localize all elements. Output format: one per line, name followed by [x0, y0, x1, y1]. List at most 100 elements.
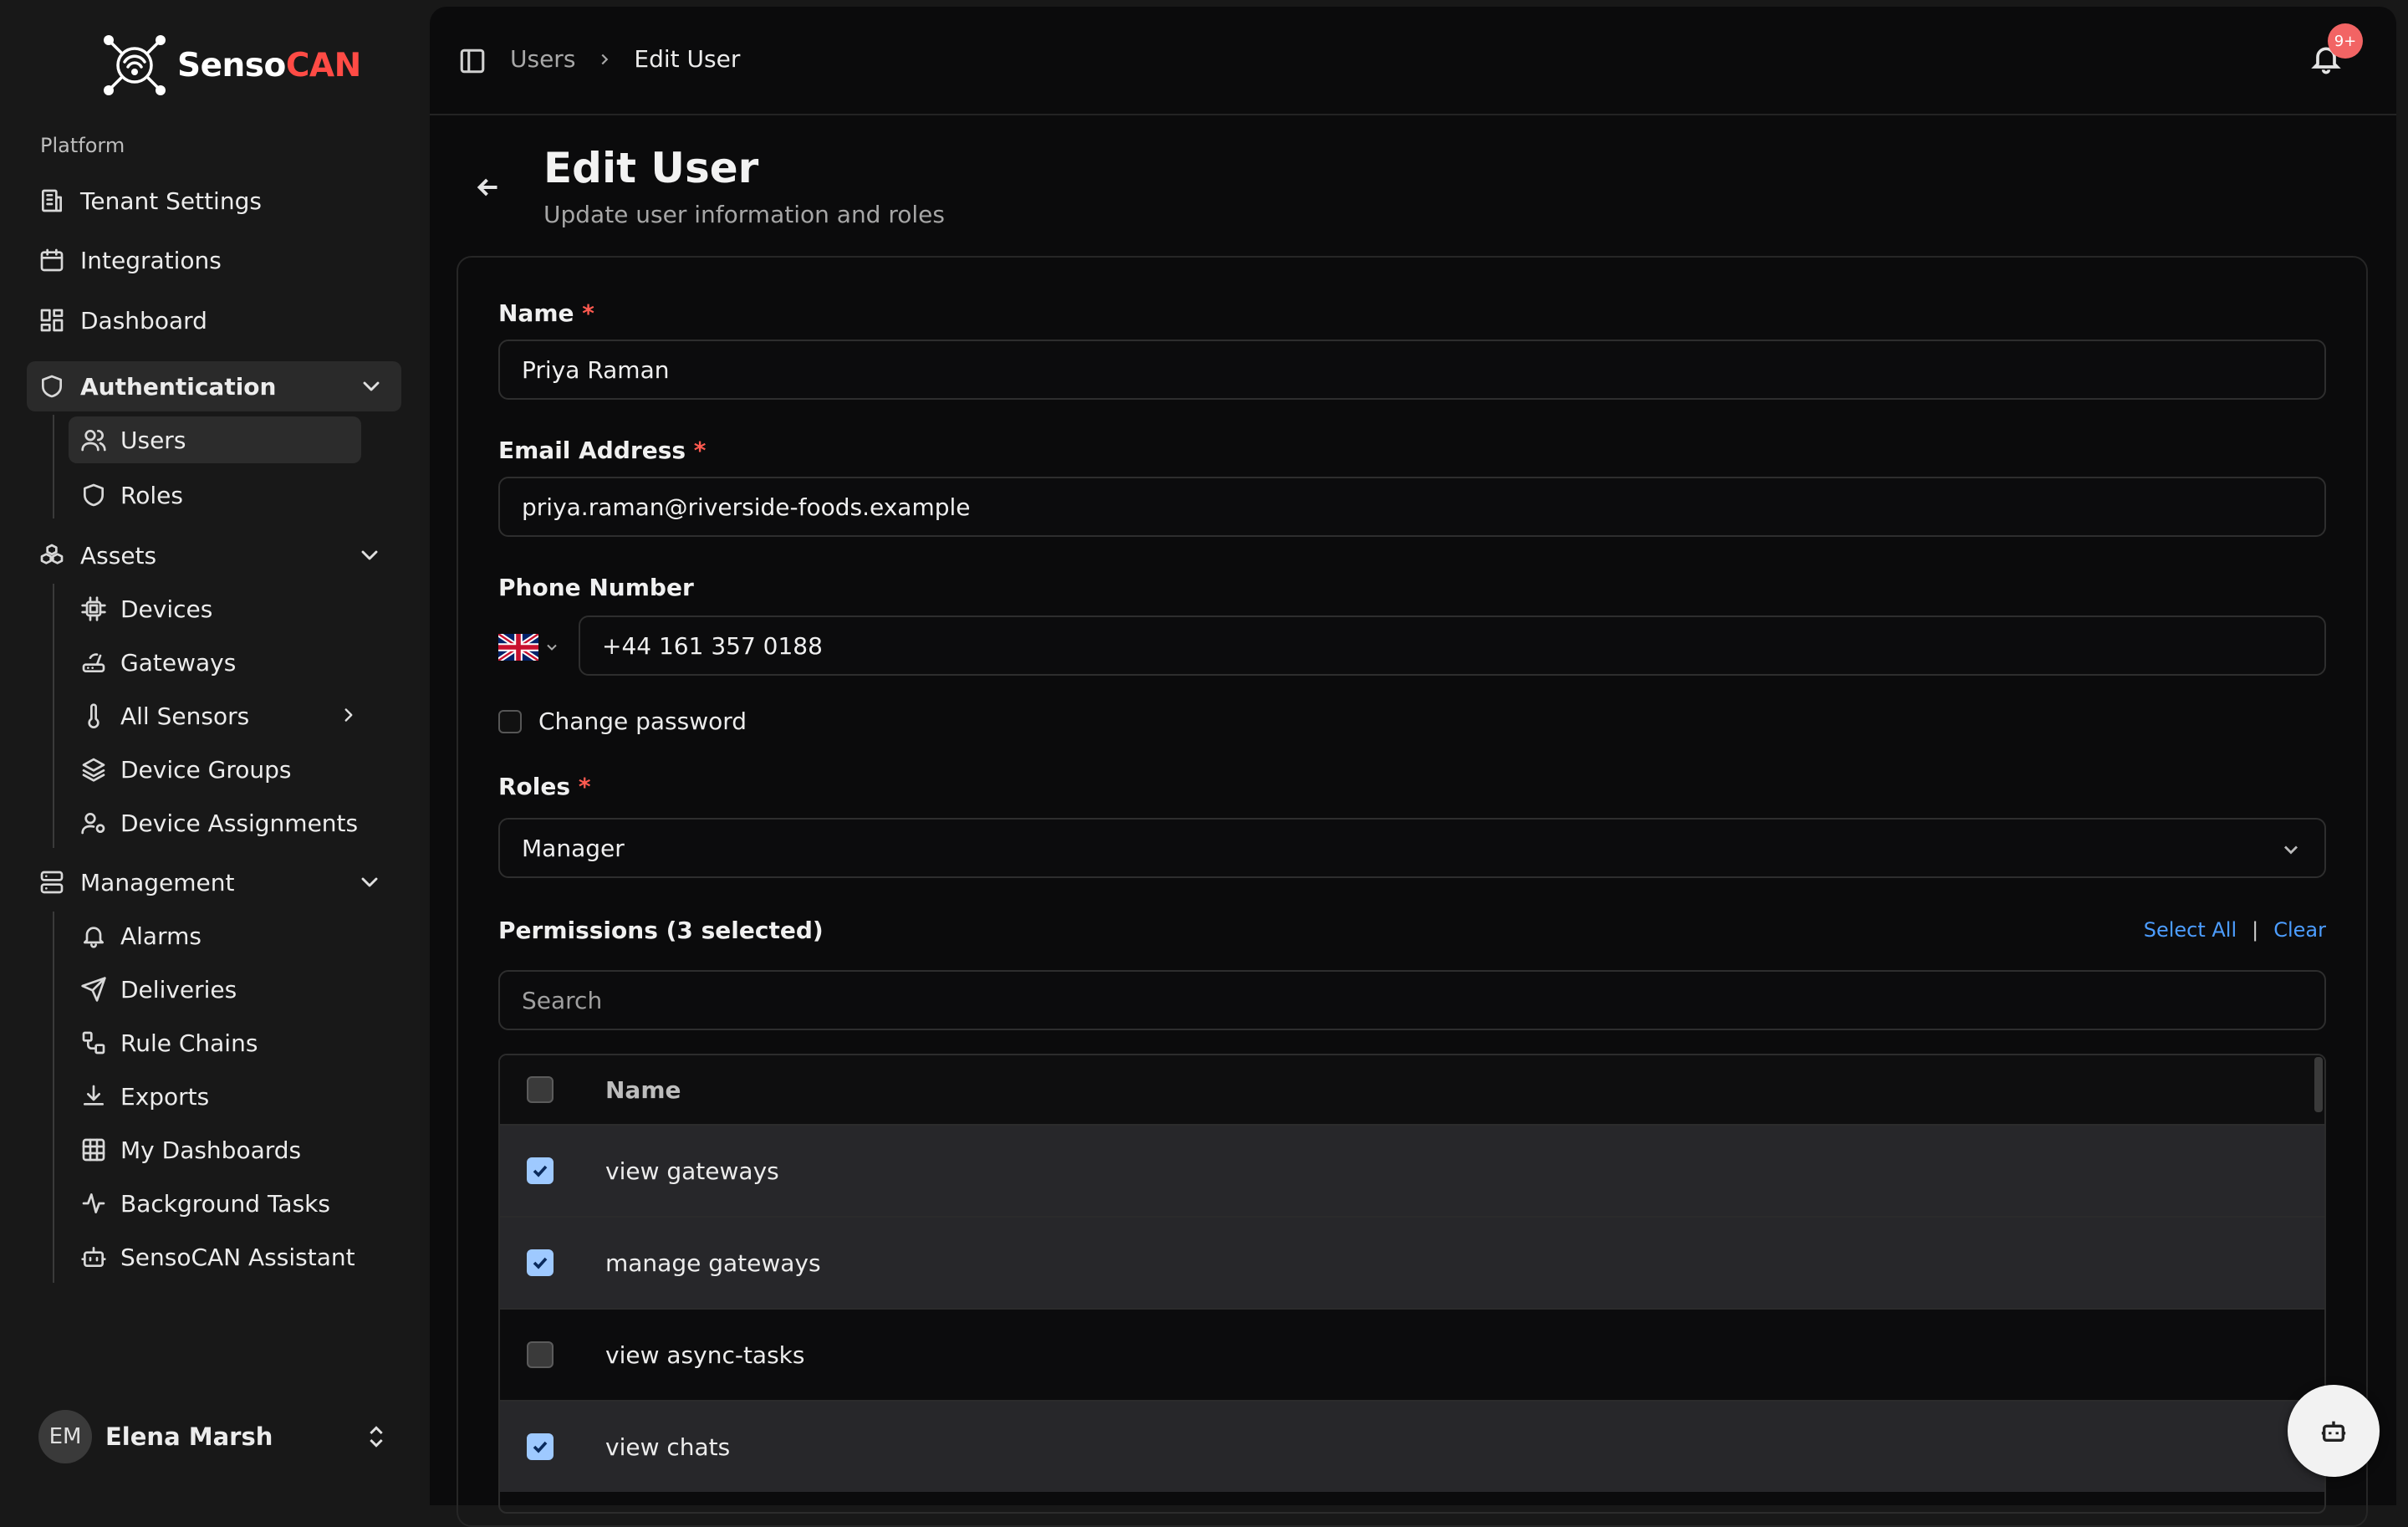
name-field[interactable]: Priya Raman	[498, 340, 2326, 400]
row-checkbox[interactable]	[527, 1341, 554, 1368]
check-icon	[533, 1165, 548, 1177]
user-menu[interactable]: EM Elena Marsh	[38, 1410, 390, 1463]
change-password-checkbox-row[interactable]: Change password	[498, 707, 747, 735]
breadcrumb-current: Edit User	[634, 45, 741, 73]
sidebar-item-gateways[interactable]: Gateways	[80, 637, 361, 687]
table-row[interactable]: manage gateways	[500, 1218, 2324, 1310]
table-row[interactable]: view async-tasks	[500, 1310, 2324, 1402]
check-icon	[533, 1257, 548, 1269]
change-password-checkbox[interactable]	[498, 709, 522, 733]
sidebar-item-device-assignments[interactable]: Device Assignments	[80, 798, 361, 848]
required-marker: *	[578, 773, 591, 800]
sidebar-item-deliveries[interactable]: Deliveries	[80, 964, 361, 1014]
name-field-value: Priya Raman	[522, 355, 670, 384]
chevron-down-icon[interactable]	[356, 542, 383, 569]
sidebar-item-label: Dashboard	[80, 306, 207, 335]
select-all-link[interactable]: Select All	[2144, 918, 2237, 942]
sidebar-item-all-sensors[interactable]: All Sensors	[80, 691, 361, 741]
shield-icon	[80, 482, 107, 508]
brand-logo[interactable]: SensoCAN	[99, 32, 361, 99]
uk-flag-icon	[498, 634, 538, 661]
sidebar-item-dashboard[interactable]: Dashboard	[38, 295, 400, 345]
senso-logo-icon	[104, 35, 166, 95]
sidebar-item-device-groups[interactable]: Device Groups	[80, 744, 361, 794]
layout-grid-icon	[38, 307, 65, 334]
sidebar-item-rule-chains[interactable]: Rule Chains	[80, 1018, 361, 1068]
sidebar-item-label: Device Groups	[120, 755, 292, 784]
roles-label: Roles *	[498, 773, 590, 800]
email-label-text: Email Address	[498, 437, 686, 464]
sidebar-item-label: SensoCAN Assistant	[120, 1243, 355, 1271]
sidebar-item-users[interactable]: Users	[69, 416, 361, 463]
grid-icon	[80, 1136, 107, 1163]
sidebar-item-label: Roles	[120, 481, 183, 509]
sidebar-item-label: Deliveries	[120, 975, 237, 1004]
thermometer-icon	[80, 702, 107, 729]
permissions-actions: Select All | Clear	[2144, 918, 2326, 942]
chevron-down-icon[interactable]	[358, 373, 385, 400]
sidebar-group-authentication[interactable]: Authentication	[27, 361, 401, 411]
table-header: Name	[500, 1055, 2324, 1126]
permissions-search-input[interactable]: Search	[498, 970, 2326, 1030]
sidebar-item-label: Tenant Settings	[80, 186, 262, 215]
sidebar-item-tenant-settings[interactable]: Tenant Settings	[38, 176, 400, 226]
actions-separator: |	[2252, 918, 2259, 942]
panel-left-icon[interactable]	[458, 47, 488, 77]
roles-select[interactable]: Manager	[498, 818, 2326, 878]
row-checkbox[interactable]	[527, 1249, 554, 1276]
name-label: Name *	[498, 299, 594, 327]
layers-icon	[80, 756, 107, 783]
chevron-right-icon	[595, 50, 614, 69]
chevrons-up-down-icon[interactable]	[363, 1423, 390, 1453]
select-all-checkbox[interactable]	[527, 1076, 554, 1103]
chevron-right-icon[interactable]	[338, 704, 361, 728]
main-content: Users Edit User 9+ Edit User Update user…	[430, 7, 2396, 1527]
sidebar-item-roles[interactable]: Roles	[80, 470, 361, 520]
edit-user-form: Name * Priya Raman Email Address * priya…	[457, 256, 2368, 1527]
download-icon	[80, 1083, 107, 1110]
sidebar-item-integrations[interactable]: Integrations	[38, 235, 400, 285]
change-password-label: Change password	[538, 707, 747, 735]
search-placeholder: Search	[522, 986, 603, 1014]
back-arrow-icon[interactable]	[473, 172, 510, 209]
email-label: Email Address *	[498, 437, 706, 464]
bell-icon	[80, 922, 107, 949]
name-label-text: Name	[498, 299, 574, 327]
sidebar-item-exports[interactable]: Exports	[80, 1071, 361, 1121]
clear-link[interactable]: Clear	[2273, 918, 2326, 942]
sidebar-group-management[interactable]: Management	[38, 857, 400, 907]
chevron-down-icon[interactable]	[356, 869, 383, 896]
phone-label-text: Phone Number	[498, 574, 694, 601]
table-scrollbar[interactable]	[2314, 1057, 2323, 1112]
email-field-value: priya.raman@riverside-foods.example	[522, 493, 971, 521]
sidebar-item-alarms[interactable]: Alarms	[80, 911, 361, 961]
phone-field[interactable]: +44 161 357 0188	[579, 615, 2326, 676]
email-field[interactable]: priya.raman@riverside-foods.example	[498, 477, 2326, 537]
table-row[interactable]: view chats	[500, 1402, 2324, 1492]
sidebar-item-label: Rule Chains	[120, 1029, 258, 1057]
table-row[interactable]: view gateways	[500, 1126, 2324, 1218]
sidebar-item-devices[interactable]: Devices	[80, 584, 361, 634]
row-checkbox[interactable]	[527, 1157, 554, 1184]
sidebar-item-label: All Sensors	[120, 702, 250, 730]
sidebar-item-background-tasks[interactable]: Background Tasks	[80, 1178, 361, 1228]
row-checkbox[interactable]	[527, 1433, 554, 1460]
app-root: SensoCAN Platform Tenant Settings Integr…	[0, 0, 2408, 1527]
section-label-platform: Platform	[40, 134, 125, 157]
country-code-select[interactable]	[498, 617, 572, 677]
sidebar-item-label: Device Assignments	[120, 809, 359, 837]
roles-label-text: Roles	[498, 773, 571, 800]
breadcrumb-users-link[interactable]: Users	[510, 45, 575, 73]
assistant-fab[interactable]	[2288, 1385, 2380, 1477]
subnav-line	[53, 912, 54, 1283]
workflow-icon	[80, 1029, 107, 1056]
user-cog-icon	[80, 809, 107, 836]
sidebar-item-my-dashboards[interactable]: My Dashboards	[80, 1125, 361, 1175]
sidebar-item-label: Background Tasks	[120, 1189, 330, 1218]
sidebar-item-sensocan-assistant[interactable]: SensoCAN Assistant	[80, 1232, 361, 1282]
sidebar-item-label: Devices	[120, 595, 213, 623]
send-icon	[80, 976, 107, 1003]
sidebar-group-assets[interactable]: Assets	[38, 530, 400, 580]
sidebar: SensoCAN Platform Tenant Settings Integr…	[0, 0, 428, 1505]
sidebar-item-label: Exports	[120, 1082, 210, 1111]
